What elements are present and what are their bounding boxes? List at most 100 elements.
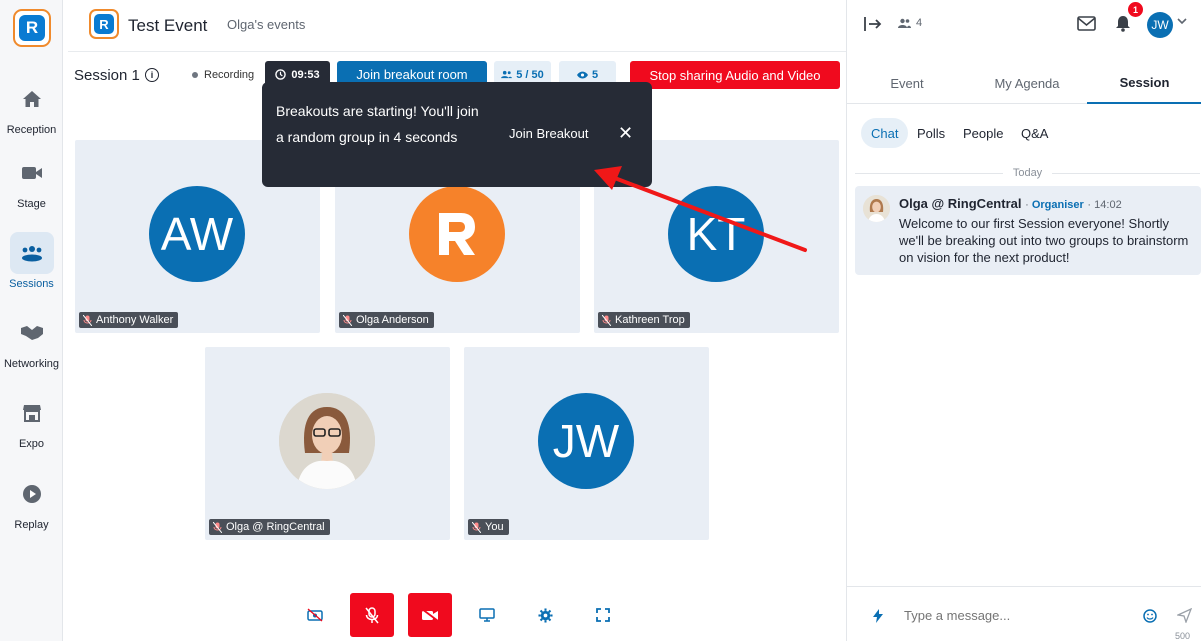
- video-off-icon: [421, 608, 439, 622]
- camera-toggle-button[interactable]: [293, 593, 337, 637]
- mic-off-icon: [472, 521, 481, 533]
- participant-avatar: KT: [668, 186, 764, 282]
- app-logo-mark: R: [19, 15, 45, 41]
- participant-avatar: AW: [149, 186, 245, 282]
- event-logo: R: [89, 9, 119, 39]
- eye-icon: [576, 71, 588, 78]
- participant-name: Olga Anderson: [356, 314, 429, 326]
- mic-off-icon: [365, 606, 379, 623]
- chat-composer: 500: [847, 586, 1201, 641]
- event-header: R Test Event Olga's events: [68, 0, 846, 52]
- participant-avatar: [409, 186, 505, 282]
- owner-events-link[interactable]: Olga's events: [227, 17, 305, 32]
- sidebar-item-label: Replay: [14, 519, 49, 531]
- char-limit: 500: [1174, 631, 1190, 641]
- lightning-icon[interactable]: [873, 609, 883, 626]
- recording-indicator: Recording: [192, 69, 254, 81]
- handshake-icon: [10, 312, 54, 354]
- video-toggle-button[interactable]: [408, 593, 452, 637]
- participant-name-chip: Olga @ RingCentral: [209, 519, 330, 535]
- fullscreen-button[interactable]: [581, 593, 625, 637]
- play-icon: [10, 473, 54, 515]
- participant-name-chip: You: [468, 519, 509, 535]
- subtab-people[interactable]: People: [953, 118, 1013, 148]
- day-separator: Today: [855, 166, 1201, 180]
- bell-icon[interactable]: [1115, 15, 1131, 35]
- message-author-avatar: [863, 195, 890, 222]
- share-screen-button[interactable]: [465, 593, 509, 637]
- chat-message: Olga @ RingCentral · Organiser · 14:02 W…: [855, 186, 1201, 275]
- day-separator-label: Today: [1012, 167, 1043, 179]
- close-icon[interactable]: ✕: [618, 124, 633, 142]
- video-camera-icon: [10, 152, 54, 194]
- video-tile[interactable]: Olga @ RingCentral: [205, 347, 450, 540]
- message-header: Olga @ RingCentral · Organiser · 14:02: [899, 196, 1122, 211]
- sidebar-item-label: Networking: [3, 358, 60, 370]
- booth-icon: [10, 392, 54, 434]
- sidebar-item-replay[interactable]: Replay: [0, 473, 63, 531]
- settings-icon: [537, 607, 553, 623]
- join-breakout-button[interactable]: Join Breakout: [509, 126, 589, 141]
- clock-icon: [275, 69, 287, 80]
- participant-name: Olga @ RingCentral: [226, 521, 325, 533]
- sidebar-item-expo[interactable]: Expo: [0, 392, 63, 450]
- session-name: Session 1: [74, 67, 140, 84]
- sidebar-item-stage[interactable]: Stage: [0, 152, 63, 210]
- video-tile[interactable]: JW You: [464, 347, 709, 540]
- participants-count: 5 / 50: [516, 68, 544, 81]
- participant-name: Kathreen Trop: [615, 314, 685, 326]
- event-logo-mark: R: [94, 14, 114, 34]
- tab-my-agenda[interactable]: My Agenda: [967, 62, 1087, 104]
- user-avatar[interactable]: JW: [1147, 12, 1173, 38]
- person-photo-icon: [279, 393, 375, 489]
- participant-name: You: [485, 521, 504, 533]
- sidebar-item-reception[interactable]: Reception: [0, 78, 63, 136]
- participant-avatar: JW: [538, 393, 634, 489]
- settings-button[interactable]: [523, 593, 567, 637]
- viewers-count: 5: [591, 68, 599, 81]
- recording-dot-icon: [192, 72, 198, 78]
- app-logo[interactable]: R: [13, 9, 51, 47]
- online-count: 4: [898, 17, 922, 29]
- toast-message: Breakouts are starting! You'll join a ra…: [276, 103, 479, 145]
- subtab-qa[interactable]: Q&A: [1011, 118, 1058, 148]
- participant-photo: [279, 393, 375, 489]
- people-group-icon: [9, 232, 54, 274]
- left-sidebar: R Reception Stage Sessions Networking Ex…: [0, 0, 63, 641]
- notification-badge: 1: [1128, 2, 1143, 17]
- mic-off-icon: [213, 521, 222, 533]
- participant-name-chip: Olga Anderson: [339, 312, 434, 328]
- sidebar-item-label: Stage: [17, 198, 46, 210]
- breakout-toast: Breakouts are starting! You'll join a ra…: [262, 82, 652, 187]
- sidebar-item-networking[interactable]: Networking: [0, 312, 63, 370]
- info-icon[interactable]: i: [145, 68, 159, 82]
- message-author: Olga @ RingCentral: [899, 196, 1022, 211]
- stop-sharing-button[interactable]: Stop sharing Audio and Video: [630, 61, 840, 89]
- message-role: Organiser: [1031, 199, 1084, 211]
- recording-label: Recording: [204, 69, 255, 81]
- message-text: Welcome to our first Session everyone! S…: [899, 216, 1189, 265]
- tab-session[interactable]: Session: [1087, 62, 1201, 104]
- subtab-polls[interactable]: Polls: [907, 118, 955, 148]
- emoji-icon[interactable]: [1143, 609, 1157, 626]
- tab-event[interactable]: Event: [847, 62, 967, 104]
- mic-off-icon: [83, 314, 92, 326]
- people-icon: [501, 70, 513, 79]
- message-input[interactable]: [904, 608, 1124, 623]
- mute-button[interactable]: [350, 593, 394, 637]
- mail-icon[interactable]: [1077, 16, 1096, 34]
- chevron-down-icon[interactable]: [1177, 16, 1187, 28]
- sidebar-item-label: Sessions: [9, 278, 54, 290]
- participant-name-chip: Anthony Walker: [79, 312, 179, 328]
- ringcentral-logo-icon: [439, 213, 475, 255]
- timer-value: 09:53: [291, 68, 320, 81]
- sidebar-item-sessions[interactable]: Sessions: [0, 232, 63, 290]
- collapse-panel-icon[interactable]: [864, 16, 882, 35]
- send-icon[interactable]: [1175, 607, 1193, 626]
- message-time: 14:02: [1094, 199, 1122, 211]
- subtab-chat[interactable]: Chat: [861, 118, 909, 148]
- people-icon: [898, 18, 911, 28]
- panel-tabs: Event My Agenda Session: [847, 62, 1201, 104]
- home-icon: [10, 78, 54, 120]
- event-title: Test Event: [128, 16, 208, 35]
